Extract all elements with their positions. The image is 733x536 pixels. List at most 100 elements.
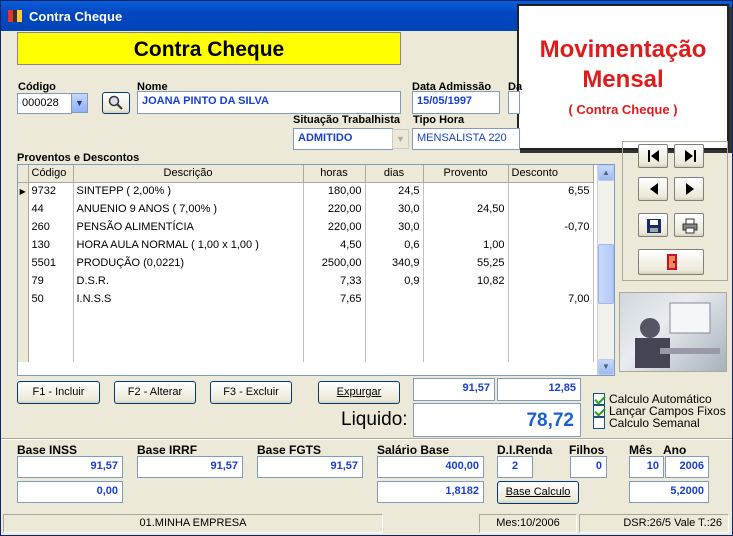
empty-row[interactable]	[18, 308, 594, 326]
data-admissao-field[interactable]: 15/05/1997	[412, 91, 500, 114]
nome-field[interactable]: JOANA PINTO DA SILVA	[137, 91, 401, 114]
salario-base-secondary-field[interactable]: 1,8182	[377, 481, 484, 503]
grid-vertical-scrollbar[interactable]: ▲ ▼	[597, 165, 614, 375]
lancar-campos-fixos-checkbox[interactable]	[593, 405, 605, 417]
cell-codigo[interactable]: 5501	[28, 254, 74, 272]
cell-descricao[interactable]: D.S.R.	[73, 272, 304, 290]
table-row[interactable]: ▶ 9732 SINTEPP ( 2,00% ) 180,00 24,5 6,5…	[18, 182, 594, 200]
table-row[interactable]: 50 I.N.S.S 7,65 7,00	[18, 290, 594, 308]
tipo-hora-field[interactable]: MENSALISTA 220	[412, 128, 520, 150]
cell-codigo[interactable]: 130	[28, 236, 74, 254]
cell-codigo[interactable]: 9732	[28, 182, 74, 200]
excluir-button[interactable]: F3 - Excluir	[210, 381, 292, 404]
col-header-codigo[interactable]: Código	[28, 165, 74, 183]
cell-horas[interactable]: 7,33	[303, 272, 366, 290]
cell-desconto[interactable]: -0,70	[508, 218, 594, 236]
cell-dias[interactable]	[365, 290, 424, 308]
app-icon	[8, 10, 22, 22]
next-record-button[interactable]	[674, 177, 704, 201]
ano-field[interactable]: 2006	[665, 456, 709, 478]
mes-ano-secondary-field[interactable]: 5,2000	[629, 481, 709, 503]
cell-horas[interactable]: 180,00	[303, 182, 366, 200]
codigo-combo[interactable]: 000028	[17, 93, 72, 114]
calculo-semanal-label[interactable]: Calculo Semanal	[609, 416, 700, 430]
proventos-grid[interactable]: Código Descrição horas dias Provento Des…	[17, 164, 615, 376]
calculo-semanal-checkbox[interactable]	[593, 417, 605, 429]
empty-row[interactable]	[18, 344, 594, 362]
cell-dias[interactable]: 0,9	[365, 272, 424, 290]
previous-record-button[interactable]	[638, 177, 668, 201]
save-button[interactable]	[638, 213, 668, 237]
table-row[interactable]: 5501 PRODUÇÃO (0,0221) 2500,00 340,9 55,…	[18, 254, 594, 272]
cell-provento[interactable]: 10,82	[423, 272, 509, 290]
search-employee-button[interactable]	[102, 92, 130, 114]
col-header-descricao[interactable]: Descrição	[73, 165, 304, 183]
cell-descricao[interactable]: SINTEPP ( 2,00% )	[73, 182, 304, 200]
col-header-horas[interactable]: horas	[303, 165, 366, 183]
base-fgts-field[interactable]: 91,57	[257, 456, 363, 478]
incluir-button[interactable]: F1 - Incluir	[17, 381, 100, 404]
cell-desconto[interactable]: 7,00	[508, 290, 594, 308]
cell-provento[interactable]	[423, 290, 509, 308]
exit-button[interactable]	[638, 249, 704, 275]
salario-base-field[interactable]: 400,00	[377, 456, 484, 478]
col-header-dias[interactable]: dias	[365, 165, 424, 183]
cell-provento[interactable]	[423, 182, 509, 200]
direnda-field[interactable]: 2	[497, 456, 533, 478]
cell-dias[interactable]: 30,0	[365, 218, 424, 236]
cell-desconto[interactable]	[508, 254, 594, 272]
cell-provento[interactable]: 1,00	[423, 236, 509, 254]
expurgar-button[interactable]: Expurgar	[318, 381, 400, 404]
cell-descricao[interactable]: ANUENIO 9 ANOS ( 7,00% )	[73, 200, 304, 218]
cell-desconto[interactable]: 6,55	[508, 182, 594, 200]
base-irrf-field[interactable]: 91,57	[137, 456, 243, 478]
cell-provento[interactable]: 55,25	[423, 254, 509, 272]
col-header-provento[interactable]: Provento	[423, 165, 509, 183]
data-demissao-field[interactable]	[508, 91, 520, 114]
cell-descricao[interactable]: PENSÃO ALIMENTÍCIA	[73, 218, 304, 236]
empty-row[interactable]	[18, 326, 594, 344]
cell-horas[interactable]: 4,50	[303, 236, 366, 254]
codigo-dropdown-button[interactable]: ▼	[71, 93, 88, 113]
filhos-field[interactable]: 0	[570, 456, 607, 478]
cell-horas[interactable]: 2500,00	[303, 254, 366, 272]
scroll-up-button[interactable]: ▲	[598, 165, 614, 181]
cell-descricao[interactable]: HORA AULA NORMAL ( 1,00 x 1,00 )	[73, 236, 304, 254]
cell-dias[interactable]: 0,6	[365, 236, 424, 254]
base-inss-field[interactable]: 91,57	[17, 456, 123, 478]
first-record-button[interactable]	[638, 144, 668, 168]
col-header-desconto[interactable]: Desconto	[508, 165, 594, 183]
cell-horas[interactable]: 220,00	[303, 200, 366, 218]
scroll-thumb[interactable]	[598, 244, 614, 304]
cell-desconto[interactable]	[508, 200, 594, 218]
cell-provento[interactable]	[423, 218, 509, 236]
cell-horas[interactable]: 220,00	[303, 218, 366, 236]
cell-horas[interactable]: 7,65	[303, 290, 366, 308]
situacao-dropdown-button[interactable]: ▼	[392, 129, 409, 149]
cell-desconto[interactable]	[508, 272, 594, 290]
cell-dias[interactable]: 340,9	[365, 254, 424, 272]
cell-descricao[interactable]: I.N.S.S	[73, 290, 304, 308]
cell-dias[interactable]: 24,5	[365, 182, 424, 200]
table-row[interactable]: 130 HORA AULA NORMAL ( 1,00 x 1,00 ) 4,5…	[18, 236, 594, 254]
table-row[interactable]: 44 ANUENIO 9 ANOS ( 7,00% ) 220,00 30,0 …	[18, 200, 594, 218]
cell-codigo[interactable]: 79	[28, 272, 74, 290]
situacao-combo[interactable]: ADMITIDO	[293, 128, 393, 150]
scroll-down-button[interactable]: ▼	[598, 359, 614, 375]
cell-descricao[interactable]: PRODUÇÃO (0,0221)	[73, 254, 304, 272]
base-inss-secondary-field[interactable]: 0,00	[17, 481, 123, 503]
cell-codigo[interactable]: 44	[28, 200, 74, 218]
table-row[interactable]: 260 PENSÃO ALIMENTÍCIA 220,00 30,0 -0,70	[18, 218, 594, 236]
alterar-button[interactable]: F2 - Alterar	[114, 381, 196, 404]
table-row[interactable]: 79 D.S.R. 7,33 0,9 10,82	[18, 272, 594, 290]
cell-codigo[interactable]: 50	[28, 290, 74, 308]
last-record-button[interactable]	[674, 144, 704, 168]
cell-codigo[interactable]: 260	[28, 218, 74, 236]
cell-dias[interactable]: 30,0	[365, 200, 424, 218]
cell-desconto[interactable]	[508, 236, 594, 254]
calculo-automatico-checkbox[interactable]	[593, 393, 605, 405]
base-calculo-button[interactable]: Base Calculo	[497, 481, 579, 504]
cell-provento[interactable]: 24,50	[423, 200, 509, 218]
print-button[interactable]	[674, 213, 704, 237]
mes-field[interactable]: 10	[629, 456, 664, 478]
